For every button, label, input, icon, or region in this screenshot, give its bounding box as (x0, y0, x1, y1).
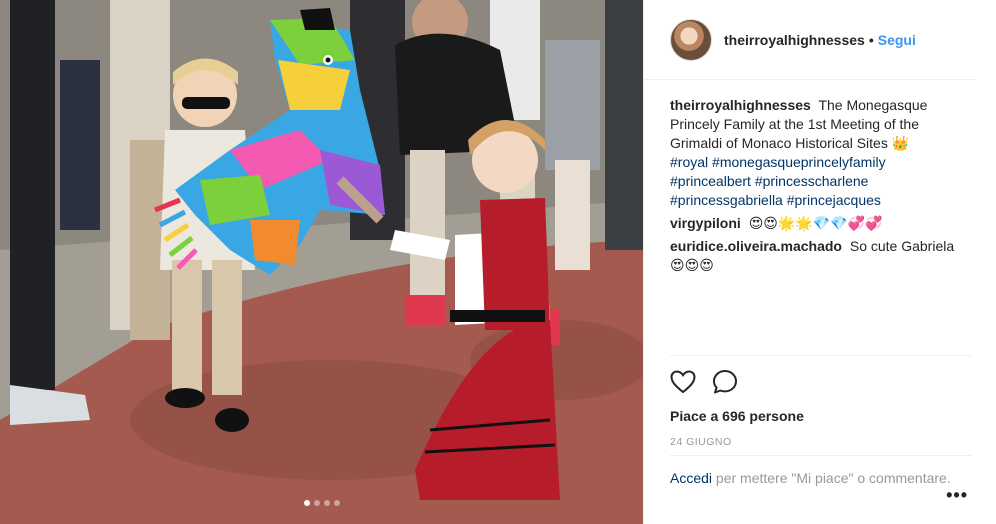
post-side-panel: theirroyalhighnesses • Segui theirroyalhig… (643, 0, 996, 524)
login-text: per mettere "Mi piace" o commentare. (715, 470, 951, 486)
hashtag[interactable]: #princesscharlene (755, 173, 869, 189)
caption-username[interactable]: theirroyalhighnesses (670, 97, 811, 113)
follow-button[interactable]: Segui (878, 32, 916, 48)
login-prompt: Accedi per mettere "Mi piace" o commenta… (670, 455, 972, 488)
comment: virgypiloni 😍😍🌟🌟💎💎💞💞 (670, 214, 972, 233)
comments-section: theirroyalhighnesses The Monegasque Prin… (644, 80, 996, 355)
carousel-dot[interactable] (313, 500, 320, 506)
post-photo[interactable] (0, 0, 643, 524)
header-username[interactable]: theirroyalhighnesses (724, 32, 865, 48)
avatar[interactable] (670, 18, 712, 61)
hashtag[interactable]: #royal (670, 154, 708, 170)
comment-username[interactable]: virgypiloni (670, 215, 741, 231)
hashtag[interactable]: #princessgabriella (670, 192, 783, 208)
heart-icon[interactable] (670, 370, 696, 394)
carousel-dot[interactable] (323, 500, 330, 506)
hashtag[interactable]: #princealbert (670, 173, 751, 189)
crown-emoji: 👑 (891, 135, 910, 151)
action-icons (670, 368, 972, 396)
carousel-dot[interactable] (333, 500, 340, 506)
post-actions: Piace a 696 persone 24 GIUGNO (670, 355, 972, 448)
comment-text: 😍😍🌟🌟💎💎💞💞 (748, 215, 883, 231)
hashtag[interactable]: #princejacques (787, 192, 881, 208)
carousel-dots[interactable] (303, 500, 340, 506)
header-separator: • (868, 31, 874, 48)
comment-username[interactable]: euridice.oliveira.machado (670, 238, 842, 254)
more-icon[interactable]: ••• (946, 485, 968, 506)
login-link[interactable]: Accedi (670, 470, 712, 486)
photo-illustration (0, 0, 643, 524)
comment: euridice.oliveira.machado So cute Gabrie… (670, 237, 972, 275)
hashtag[interactable]: #monegasqueprincelyfamily (712, 154, 886, 170)
comment-icon[interactable] (712, 369, 738, 395)
post-header: theirroyalhighnesses • Segui (644, 0, 976, 80)
likes-count[interactable]: Piace a 696 persone (670, 408, 972, 424)
carousel-dot-active[interactable] (303, 500, 310, 506)
header-text: theirroyalhighnesses • Segui (724, 32, 916, 48)
caption: theirroyalhighnesses The Monegasque Prin… (670, 96, 972, 210)
post-date[interactable]: 24 GIUGNO (670, 436, 972, 448)
